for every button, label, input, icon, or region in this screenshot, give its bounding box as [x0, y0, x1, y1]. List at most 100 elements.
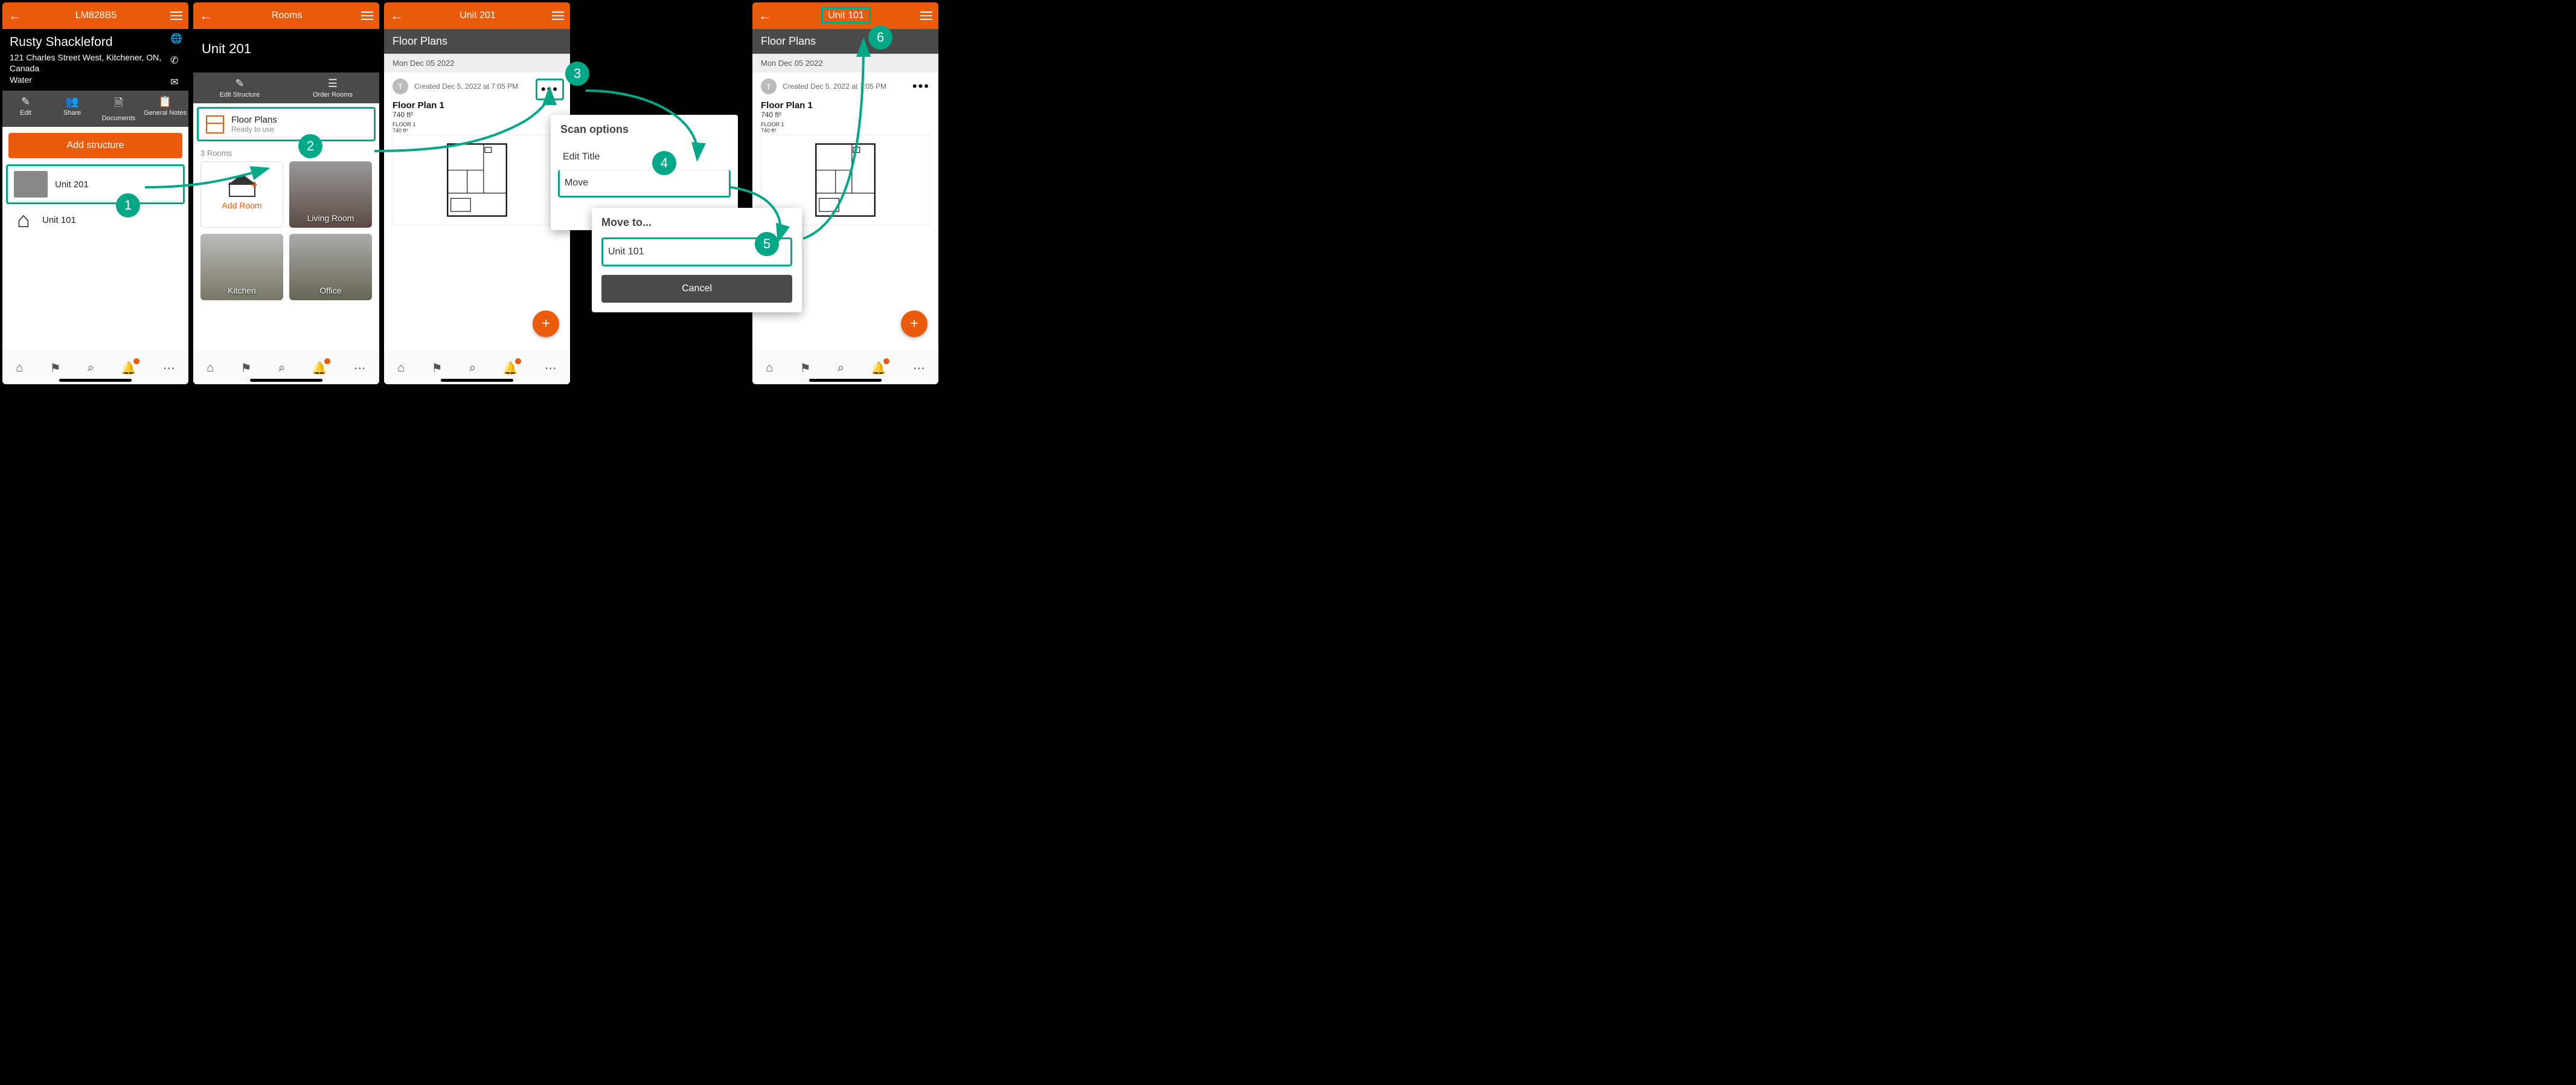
customer-name: Rusty Shackleford: [10, 35, 181, 50]
nav-bell-icon[interactable]: 🔔: [312, 361, 327, 376]
nav-more-icon[interactable]: ⋯: [545, 361, 557, 376]
customer-address: 121 Charles Street West, Kitchener, ON, …: [10, 52, 181, 74]
more-menu-icon[interactable]: •••: [536, 79, 564, 100]
nav-more-icon[interactable]: ⋯: [913, 361, 925, 376]
topbar-title: LM828B5: [22, 10, 170, 21]
back-arrow-icon[interactable]: ←: [8, 8, 22, 24]
home-indicator: [250, 379, 322, 382]
floor-plan-caption-1: FLOOR 1: [384, 119, 570, 127]
nav-search-icon[interactable]: ⌕: [838, 361, 844, 375]
back-arrow-icon[interactable]: ←: [199, 8, 213, 24]
created-meta: Created Dec 5, 2022 at 7:05 PM: [414, 82, 518, 91]
clipboard-icon: 📋: [142, 95, 188, 108]
back-arrow-icon[interactable]: ←: [390, 8, 403, 24]
action-order-rooms[interactable]: ☰Order Rooms: [286, 72, 379, 103]
cancel-button[interactable]: Cancel: [601, 275, 792, 303]
customer-header: Rusty Shackleford 121 Charles Street Wes…: [2, 29, 188, 91]
floor-plan-caption-2: 740 ft²: [752, 127, 938, 134]
step-badge-6: 6: [868, 25, 892, 50]
menu-icon[interactable]: [920, 11, 932, 20]
floor-plan-icon: [206, 115, 224, 134]
fab-add[interactable]: +: [533, 311, 559, 337]
back-arrow-icon[interactable]: ←: [758, 8, 772, 24]
loss-type: Water: [10, 75, 181, 85]
unit-title: Unit 201: [193, 29, 379, 72]
room-card-kitchen[interactable]: Kitchen: [200, 234, 283, 300]
nav-more-icon[interactable]: ⋯: [163, 361, 175, 376]
unit-row-201[interactable]: Unit 201: [6, 164, 185, 204]
nav-flag-icon[interactable]: ⚑: [432, 361, 443, 376]
mail-icon[interactable]: ✉: [170, 76, 182, 88]
action-general-notes[interactable]: 📋General Notes: [142, 91, 188, 127]
nav-flag-icon[interactable]: ⚑: [50, 361, 61, 376]
home-indicator: [59, 379, 132, 382]
nav-search-icon[interactable]: ⌕: [88, 361, 94, 375]
plus-icon: +: [251, 179, 257, 192]
floor-plan-title: Floor Plan 1: [752, 100, 938, 111]
unit-row-101[interactable]: ⌂ Unit 101: [2, 204, 188, 236]
topbar-title: Rooms: [213, 10, 361, 21]
nav-more-icon[interactable]: ⋯: [354, 361, 366, 376]
nav-home-icon[interactable]: ⌂: [207, 361, 214, 375]
date-band: Mon Dec 05 2022: [752, 54, 938, 72]
badge-dot: [515, 358, 521, 364]
add-structure-button[interactable]: Add structure: [8, 133, 182, 158]
nav-home-icon[interactable]: ⌂: [766, 361, 773, 375]
reorder-icon: ☰: [286, 77, 379, 90]
nav-search-icon[interactable]: ⌕: [469, 361, 476, 375]
phone-icon[interactable]: ✆: [170, 54, 182, 66]
globe-icon[interactable]: 🌐: [170, 33, 182, 45]
floor-plans-title: Floor Plans: [231, 115, 277, 125]
created-row: T Created Dec 5, 2022 at 7:05 PM •••: [752, 72, 938, 100]
job-actions: ✎Edit 👥Share 🗎Documents 📋General Notes: [2, 91, 188, 127]
share-icon: 👥: [49, 95, 95, 108]
menu-icon[interactable]: [170, 11, 182, 20]
floor-plan-caption-1: FLOOR 1: [752, 119, 938, 127]
menu-icon[interactable]: [361, 11, 373, 20]
topbar: ← LM828B5: [2, 2, 188, 29]
floor-plan-svg: [444, 141, 510, 219]
nav-home-icon[interactable]: ⌂: [16, 361, 23, 375]
action-documents[interactable]: 🗎Documents: [95, 91, 142, 127]
nav-bell-icon[interactable]: 🔔: [121, 361, 136, 376]
option-move[interactable]: Move: [558, 170, 731, 198]
screen-job-detail: ← LM828B5 Rusty Shackleford 121 Charles …: [2, 2, 188, 384]
add-room-card[interactable]: + Add Room: [200, 161, 283, 228]
nav-flag-icon[interactable]: ⚑: [241, 361, 252, 376]
step-badge-3: 3: [565, 62, 589, 86]
nav-bell-icon[interactable]: 🔔: [871, 361, 886, 376]
option-edit-title[interactable]: Edit Title: [560, 144, 728, 170]
section-header: Floor Plans: [384, 29, 570, 54]
action-edit[interactable]: ✎Edit: [2, 91, 49, 127]
room-card-living-room[interactable]: Living Room: [289, 161, 372, 228]
unit-label: Unit 101: [42, 215, 76, 225]
more-menu-icon[interactable]: •••: [910, 79, 932, 94]
room-grid: + Add Room Living Room Kitchen Office: [193, 161, 379, 300]
topbar-title: Unit 101: [772, 10, 920, 21]
action-edit-structure[interactable]: ✎Edit Structure: [193, 72, 286, 103]
home-indicator: [441, 379, 513, 382]
menu-icon[interactable]: [552, 11, 564, 20]
nav-bell-icon[interactable]: 🔔: [502, 361, 517, 376]
home-indicator: [809, 379, 882, 382]
step-badge-1: 1: [116, 193, 140, 217]
room-card-office[interactable]: Office: [289, 234, 372, 300]
nav-search-icon[interactable]: ⌕: [278, 361, 285, 375]
dialog-title: Move to...: [601, 216, 792, 229]
screen-floor-plans-201: ← Unit 201 Floor Plans Mon Dec 05 2022 T…: [384, 2, 570, 384]
nav-home-icon[interactable]: ⌂: [397, 361, 405, 375]
step-badge-2: 2: [298, 134, 322, 158]
floor-plan-area: 740 ft²: [752, 111, 938, 119]
floor-plan-image[interactable]: [392, 135, 562, 225]
pencil-icon: ✎: [193, 77, 286, 90]
action-share[interactable]: 👥Share: [49, 91, 95, 127]
dialog-title: Scan options: [560, 123, 728, 136]
badge-dot: [133, 358, 139, 364]
topbar-title: Unit 201: [403, 10, 552, 21]
house-icon: ⌂: [8, 209, 35, 231]
fab-add[interactable]: +: [901, 311, 928, 337]
unit-label: Unit 201: [55, 179, 89, 190]
nav-flag-icon[interactable]: ⚑: [800, 361, 811, 376]
floor-plans-row[interactable]: Floor Plans Ready to use: [197, 107, 376, 141]
dialog-move-to: Move to... Unit 101 Cancel: [592, 208, 802, 312]
